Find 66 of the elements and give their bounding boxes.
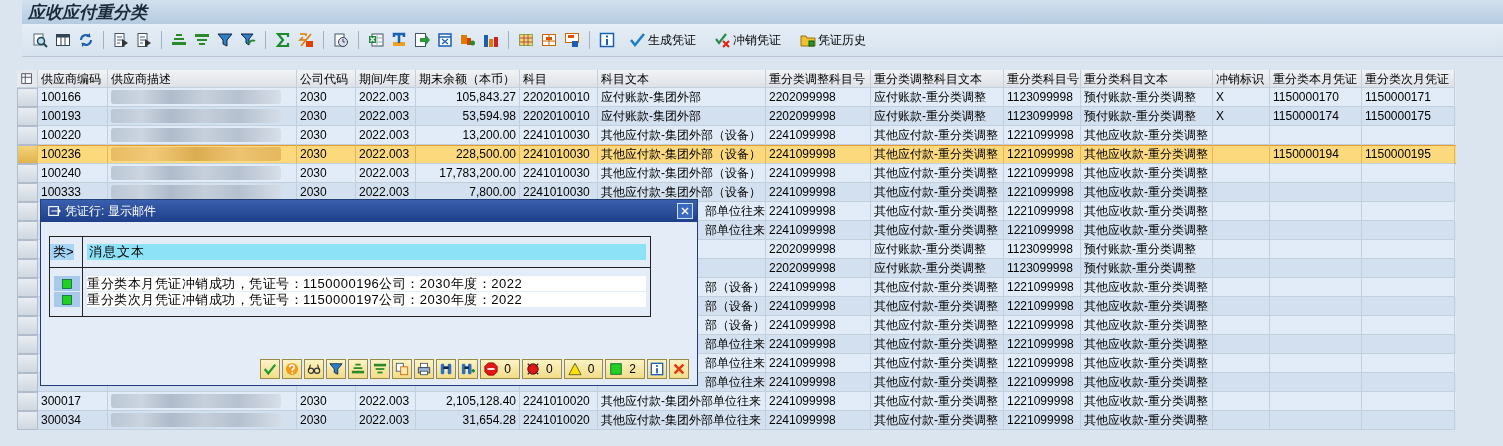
table-row[interactable]: 300017 2030 2022.003 2,105,128.40 2241010020 其他应付款-集团外部单位往来 2241099998 其他应付款-重分类调整 1221099998 其他应收款-重分类调整 xyxy=(17,392,1456,411)
column-header[interactable]: 重分类调整科目文本 xyxy=(871,70,1004,88)
info-icon[interactable] xyxy=(647,359,667,379)
column-header[interactable]: 重分类科目号 xyxy=(1004,70,1081,88)
table-cell: 1221099998 xyxy=(1004,411,1081,430)
column-header[interactable]: 科目 xyxy=(520,70,598,88)
find-next-icon[interactable] xyxy=(458,359,479,379)
table-row[interactable]: 100166 2030 2022.003 105,843.27 2202010010 应付账款-集团外部 2202099998 应付账款-重分类调整 1123099998 预付账款-重分类调整 X 1150000170 1150000171 xyxy=(17,88,1456,107)
sort-ascending-icon[interactable] xyxy=(348,359,369,379)
error-icon xyxy=(525,362,540,376)
stop-sign-counter-button[interactable]: 0 xyxy=(480,359,520,379)
column-header[interactable]: 公司代码 xyxy=(297,70,356,88)
column-header[interactable]: 重分类科目文本 xyxy=(1081,70,1213,88)
table-cell: 300034 xyxy=(38,411,108,430)
copy-icon[interactable] xyxy=(392,359,413,379)
table-cell: 2241010020 xyxy=(520,411,598,430)
column-header[interactable]: 期间/年度 xyxy=(356,70,416,88)
print-icon[interactable] xyxy=(414,359,435,379)
table-cell: 其他应收款-重分类调整 xyxy=(1081,411,1213,430)
table-row[interactable]: 100236 2030 2022.003 228,500.00 2241010030 其他应付款-集团外部（设备） 2241099998 其他应付款-重分类调整 1221099998 其他应收款-重分类调整 1150000194 1150000195 xyxy=(17,145,1456,164)
create-voucher-button[interactable]: 生成凭证 xyxy=(624,29,702,51)
column-header[interactable]: 科目文本 xyxy=(598,70,766,88)
success-icon xyxy=(609,362,624,376)
message-text: 重分类本月凭证冲销成功，凭证号：1150000196公司：2030年度：2022 xyxy=(87,276,523,291)
table-row[interactable]: 100220 2030 2022.003 13,200.00 2241010030 其他应付款-集团外部（设备） 2241099998 其他应付款-重分类调整 1221099998 其他应收款-重分类调整 xyxy=(17,126,1456,145)
column-header[interactable]: 冲销标识 xyxy=(1213,70,1270,88)
table-cell: 2022.003 xyxy=(356,411,416,430)
grid-icon xyxy=(20,71,34,86)
close-icon xyxy=(679,205,691,217)
table-cell: 31,654.28 xyxy=(416,411,520,430)
dialog-title: 凭证行: 显示邮件 xyxy=(65,202,156,220)
reverse-voucher-button[interactable]: 冲销凭证 xyxy=(709,29,787,51)
column-header[interactable]: 消息文本 xyxy=(87,244,646,260)
table-row[interactable]: 100240 2030 2022.003 17,783,200.00 2241010030 其他应付款-集团外部（设备） 2241099998 其他应付款-重分类调整 1221099998 其他应收款-重分类调整 xyxy=(17,164,1456,183)
column-header[interactable]: 供应商描述 xyxy=(108,70,297,88)
stop-sign-icon xyxy=(484,362,499,376)
column-header[interactable]: 类> xyxy=(50,244,74,260)
voucher-history-button[interactable]: 凭证历史 xyxy=(794,29,872,51)
check-cross-icon xyxy=(715,32,731,48)
column-header[interactable]: 重分类次月凭证 xyxy=(1362,70,1455,88)
column-header[interactable]: 重分类本月凭证 xyxy=(1270,70,1362,88)
column-header[interactable]: 供应商编码 xyxy=(38,70,108,88)
check-icon[interactable] xyxy=(260,359,281,379)
cancel-icon[interactable] xyxy=(669,359,689,379)
check-icon xyxy=(630,32,646,48)
folder-icon xyxy=(800,32,816,48)
table-cell: 其他应付款-集团外部单位往来 xyxy=(598,411,766,430)
table-row[interactable]: 100333 2030 2022.003 7,800.00 2241010030 其他应付款-集团外部（设备） 2241099998 其他应付款-重分类调整 1221099998 其他应收款-重分类调整 xyxy=(17,183,1456,202)
filter-icon[interactable] xyxy=(326,359,347,379)
find-icon[interactable] xyxy=(436,359,457,379)
table-cell: 2030 xyxy=(297,411,356,430)
success-counter-button[interactable]: 2 xyxy=(605,359,645,379)
table-row[interactable]: 100193 2030 2022.003 53,594.98 2202010010 应付账款-集团外部 2202099998 应付账款-重分类调整 1123099998 预付账款-重分类调整 X 1150000174 1150000175 xyxy=(17,107,1456,126)
error-counter-button[interactable]: 0 xyxy=(521,359,562,379)
close-button[interactable] xyxy=(677,203,693,219)
warning-icon xyxy=(567,362,582,376)
column-header[interactable]: 重分类调整科目号 xyxy=(766,70,871,88)
glasses-icon[interactable] xyxy=(304,359,325,379)
warning-counter-button[interactable]: 0 xyxy=(563,359,604,379)
table-cell: 2241099998 xyxy=(766,411,871,430)
message-icon xyxy=(47,204,61,218)
column-header[interactable]: 期末余额（本币） xyxy=(416,70,520,88)
table-cell: 其他应付款-重分类调整 xyxy=(871,411,1004,430)
sort-descending-icon[interactable] xyxy=(370,359,391,379)
table-row[interactable]: 300034 2030 2022.003 31,654.28 2241010020 其他应付款-集团外部单位往来 2241099998 其他应付款-重分类调整 1221099998 其他应收款-重分类调整 xyxy=(17,411,1456,430)
window-title: 应收应付重分类 xyxy=(28,1,147,24)
